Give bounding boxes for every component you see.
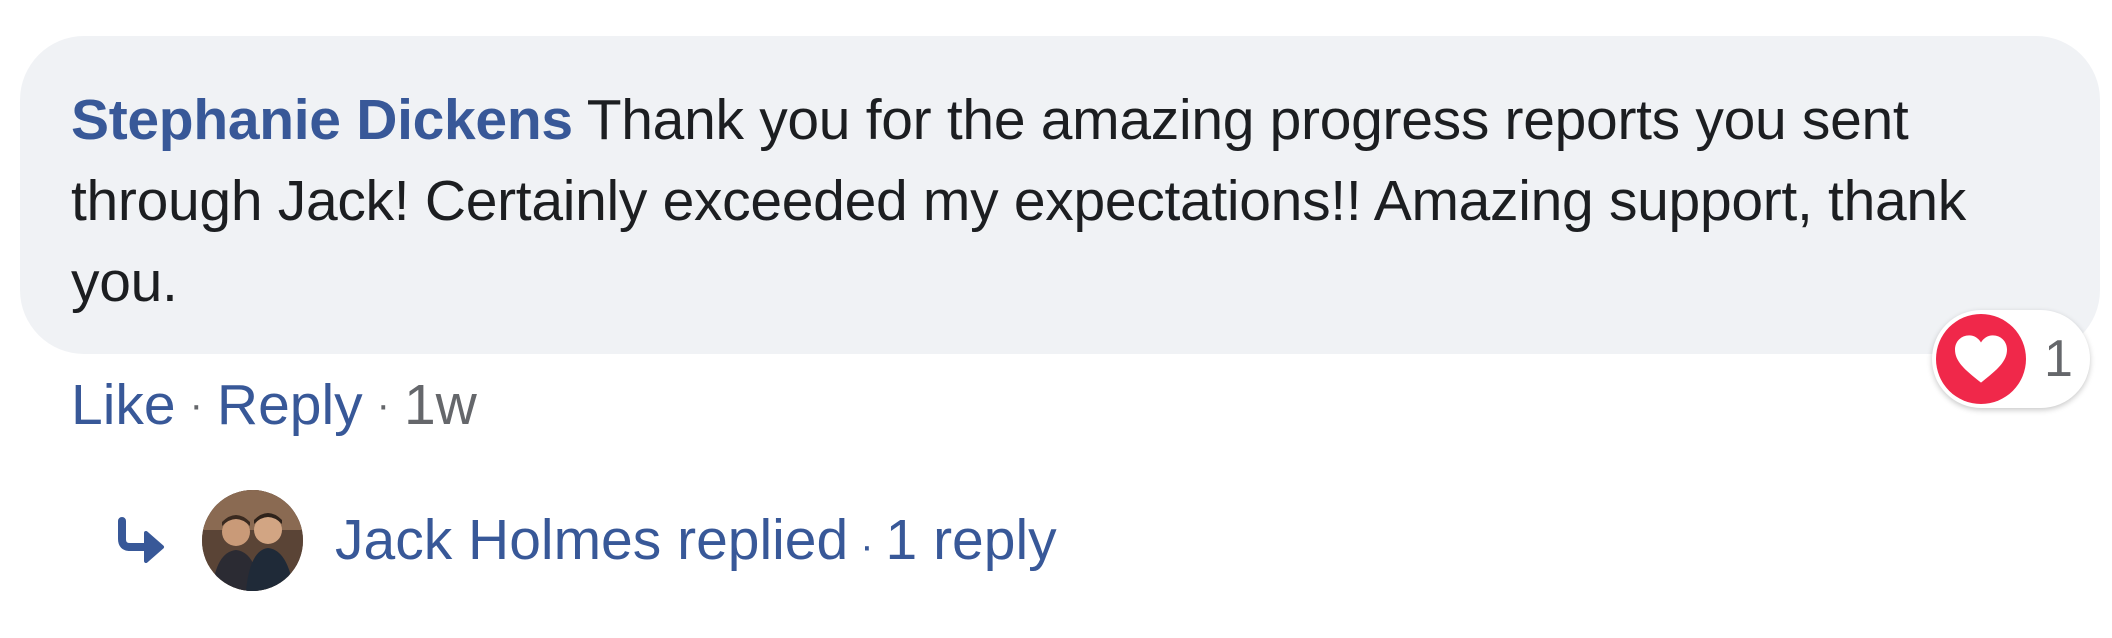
replies-summary[interactable]: Jack Holmes replied · 1 reply	[335, 507, 1057, 573]
like-button[interactable]: Like	[71, 370, 176, 440]
separator-dot: ·	[189, 383, 203, 427]
comment-actions: Like · Reply · 1w	[71, 370, 477, 440]
reply-button[interactable]: Reply	[217, 370, 363, 440]
reaction-count: 1	[2044, 330, 2073, 388]
separator-dot: ·	[376, 383, 390, 427]
comment-body: Stephanie Dickens Thank you for the amazi…	[71, 80, 2010, 323]
reply-count: 1 reply	[885, 508, 1057, 572]
separator-dot: ·	[860, 524, 874, 568]
heart-icon	[1936, 314, 2026, 404]
comment-bubble: Stephanie Dickens Thank you for the amazi…	[20, 36, 2100, 354]
view-replies-row[interactable]: Jack Holmes replied · 1 reply	[116, 488, 1057, 592]
reply-arrow-icon	[118, 517, 164, 563]
comment-author-link[interactable]: Stephanie Dickens	[71, 88, 573, 152]
reaction-summary[interactable]: 1	[1932, 310, 2090, 408]
comment-timestamp[interactable]: 1w	[404, 370, 477, 440]
replier-name: Jack Holmes replied	[335, 508, 849, 572]
avatar[interactable]	[202, 489, 303, 591]
